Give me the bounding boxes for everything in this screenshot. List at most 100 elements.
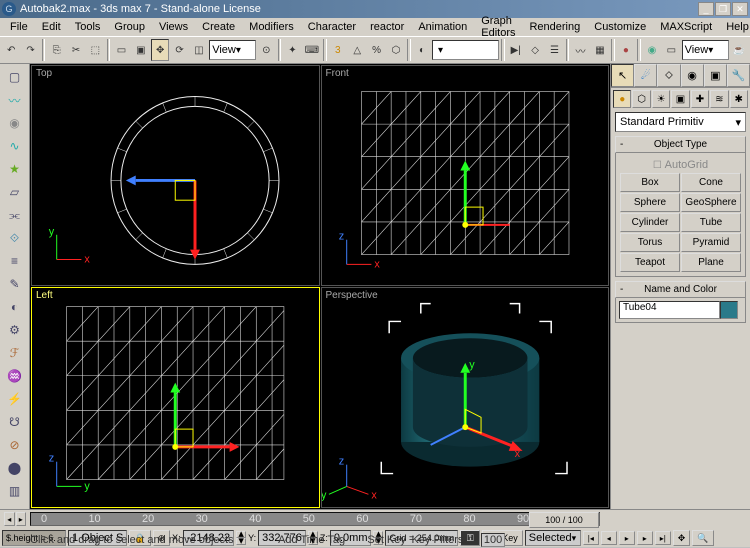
object-name-input[interactable]: Tube04	[619, 301, 720, 319]
tab-modify[interactable]: ☄	[634, 64, 657, 87]
tab-create[interactable]: ↖	[611, 64, 634, 87]
select-manip-button[interactable]: ✦	[283, 39, 301, 61]
btn-cone[interactable]: Cone	[681, 173, 741, 192]
undo-button[interactable]: ↶	[2, 39, 20, 61]
btn-tube[interactable]: Tube	[681, 213, 741, 232]
timeline[interactable]: ◂ ▸ 0102030405060708090100 100 / 100	[0, 510, 750, 528]
sub-cameras-icon[interactable]: ▣	[671, 90, 689, 108]
sub-space-icon[interactable]: ≋	[710, 90, 728, 108]
menu-grapheditors[interactable]: Graph Editors	[475, 14, 521, 40]
menu-animation[interactable]: Animation	[412, 20, 473, 34]
maximize-button[interactable]: ❐	[715, 2, 731, 16]
close-button[interactable]: ✕	[732, 2, 748, 16]
time-slider[interactable]: 0102030405060708090100 100 / 100	[30, 512, 600, 526]
btn-pyramid[interactable]: Pyramid	[681, 233, 741, 252]
menu-customize[interactable]: Customize	[588, 20, 652, 34]
lt-fracture-icon[interactable]: ℱ	[4, 342, 26, 364]
unlink-button[interactable]: ✂	[67, 39, 85, 61]
rollout-name-color[interactable]: Name and Color	[615, 281, 746, 298]
lt-rope-icon[interactable]: ∿	[4, 135, 26, 157]
btn-teapot[interactable]: Teapot	[620, 253, 680, 272]
tab-display[interactable]: ▣	[704, 64, 727, 87]
rotate-button[interactable]: ⟳	[170, 39, 188, 61]
menu-file[interactable]: File	[4, 20, 34, 34]
snap-button[interactable]: 3	[329, 39, 347, 61]
move-button[interactable]: ✥	[151, 39, 169, 61]
lt-lspring-icon[interactable]: ⟐	[4, 227, 26, 249]
menu-reactor[interactable]: reactor	[364, 20, 410, 34]
scale-button[interactable]: ◫	[190, 39, 208, 61]
lt-rigid-icon[interactable]: ▢	[4, 66, 26, 88]
keyboard-button[interactable]: ⌨	[303, 39, 321, 61]
lt-hinge-icon[interactable]: ⊘	[4, 434, 26, 456]
viewport-left[interactable]: Left y	[31, 287, 320, 508]
menu-maxscript[interactable]: MAXScript	[654, 20, 718, 34]
select-link-button[interactable]: ⎘	[47, 39, 65, 61]
render-type-dropdown[interactable]: View ▾	[682, 40, 729, 60]
viewport-front[interactable]: Front	[321, 65, 610, 286]
sub-lights-icon[interactable]: ☀	[652, 90, 670, 108]
menu-help[interactable]: Help	[720, 20, 750, 34]
lt-motor-icon[interactable]: ✎	[4, 273, 26, 295]
tab-motion[interactable]: ◉	[681, 64, 704, 87]
render-scene-button[interactable]: ◉	[643, 39, 661, 61]
menu-tools[interactable]: Tools	[69, 20, 107, 34]
category-dropdown[interactable]: Standard Primitiv▾	[615, 112, 746, 132]
lt-soft-icon[interactable]: ◉	[4, 112, 26, 134]
menu-views[interactable]: Views	[153, 20, 194, 34]
menu-group[interactable]: Group	[108, 20, 151, 34]
angle-snap-button[interactable]: △	[348, 39, 366, 61]
lt-plane-icon[interactable]: ▱	[4, 181, 26, 203]
curve-editor-button[interactable]: 〰	[571, 39, 589, 61]
time-slider-thumb[interactable]: 100 / 100	[529, 512, 599, 528]
sub-geometry-icon[interactable]: ●	[613, 90, 631, 108]
minimize-button[interactable]: _	[698, 2, 714, 16]
lt-spring-icon[interactable]: ⫘	[4, 204, 26, 226]
layers-button[interactable]: ☰	[545, 39, 563, 61]
prev-frame-button[interactable]: ◂	[601, 531, 617, 545]
refcoord-dropdown[interactable]: View ▾	[209, 40, 256, 60]
nav-pan-button[interactable]: ✥	[673, 530, 691, 546]
goto-start-button[interactable]: |◂	[583, 531, 599, 545]
menu-create[interactable]: Create	[196, 20, 241, 34]
menu-rendering[interactable]: Rendering	[523, 20, 586, 34]
btn-geosphere[interactable]: GeoSphere	[681, 193, 741, 212]
goto-end-button[interactable]: ▸|	[655, 531, 671, 545]
btn-box[interactable]: Box	[620, 173, 680, 192]
autogrid-check[interactable]: ☐ AutoGrid	[620, 157, 741, 173]
viewport-top[interactable]: Top x	[31, 65, 320, 286]
rollout-object-type[interactable]: Object Type	[615, 136, 746, 153]
lt-ragdoll-icon[interactable]: ☋	[4, 411, 26, 433]
mirror-button[interactable]: ▶|	[507, 39, 525, 61]
select-button[interactable]: ▭	[112, 39, 130, 61]
lt-toy-icon[interactable]: ⚙	[4, 319, 26, 341]
lt-water-icon[interactable]: ♒	[4, 365, 26, 387]
btn-sphere[interactable]: Sphere	[620, 193, 680, 212]
sub-systems-icon[interactable]: ✱	[730, 90, 748, 108]
align-button[interactable]: ◇	[526, 39, 544, 61]
menu-character[interactable]: Character	[302, 20, 362, 34]
material-button[interactable]: ●	[617, 39, 635, 61]
spinner-snap-button[interactable]: ⬡	[387, 39, 405, 61]
color-swatch[interactable]	[720, 301, 738, 319]
btn-plane[interactable]: Plane	[681, 253, 741, 272]
frame-field[interactable]: 100	[481, 533, 505, 547]
btn-torus[interactable]: Torus	[620, 233, 680, 252]
lt-prop-icon[interactable]: ⚡	[4, 388, 26, 410]
lt-prismatic-icon[interactable]: ▥	[4, 480, 26, 502]
select-region-button[interactable]: ▣	[132, 39, 150, 61]
named-sel-dropdown[interactable]: ▾	[432, 40, 499, 60]
btn-cylinder[interactable]: Cylinder	[620, 213, 680, 232]
lt-cloth-icon[interactable]: 〰	[4, 89, 26, 111]
schematic-button[interactable]: ▦	[591, 39, 609, 61]
next-frame-button[interactable]: ▸	[637, 531, 653, 545]
lt-dash-icon[interactable]: ≡	[4, 250, 26, 272]
tab-utilities[interactable]: 🔧	[727, 64, 750, 87]
nav-zoom-button[interactable]: 🔍	[692, 530, 713, 546]
menu-edit[interactable]: Edit	[36, 20, 67, 34]
named-selection-button[interactable]: ◐	[413, 39, 431, 61]
bind-button[interactable]: ⬚	[86, 39, 104, 61]
center-button[interactable]: ⊙	[257, 39, 275, 61]
timeline-left-icon[interactable]: ◂	[4, 512, 15, 526]
viewport-perspective[interactable]: Perspective	[321, 287, 610, 508]
